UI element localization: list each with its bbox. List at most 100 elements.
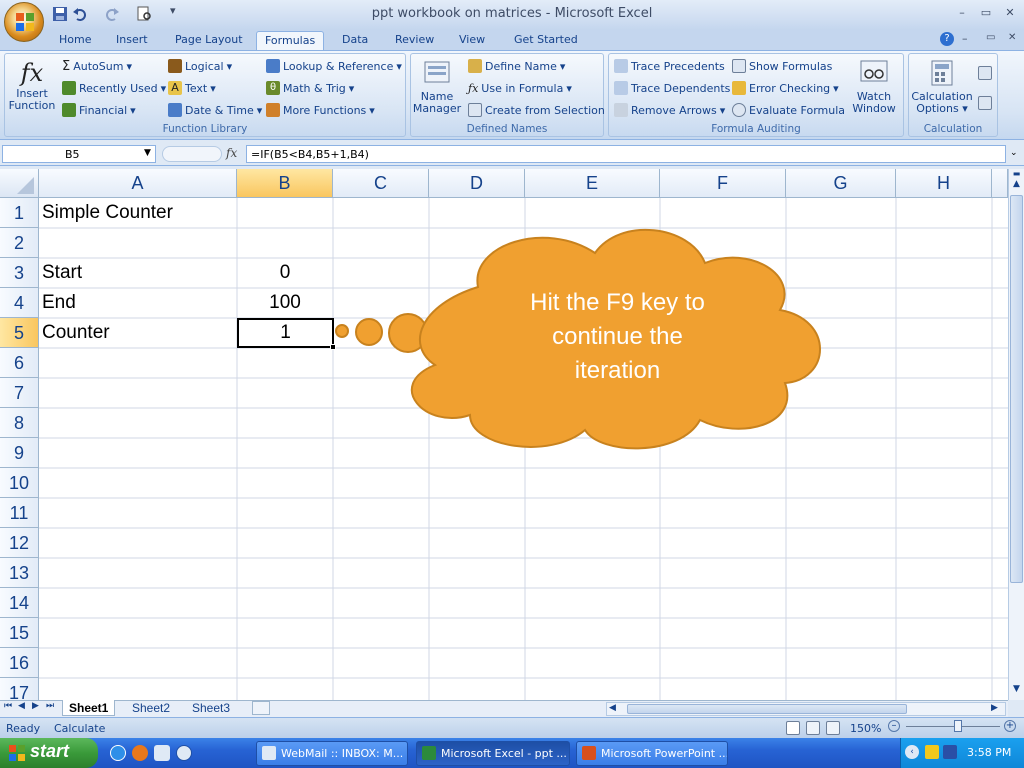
ribbon-close-button[interactable]: ✕ [1008,32,1016,43]
page-layout-view-icon[interactable] [806,721,820,735]
row-header-5[interactable]: 5 [0,318,39,348]
ribbon-restore-button[interactable]: ▭ [986,32,995,43]
tray-security-icon[interactable] [943,745,957,759]
scroll-down-icon[interactable]: ▼ [1010,684,1023,698]
task-powerpoint[interactable]: Microsoft PowerPoint ... [576,741,728,766]
row-header-11[interactable]: 11 [0,498,39,528]
row-header-8[interactable]: 8 [0,408,39,438]
row-header-12[interactable]: 12 [0,528,39,558]
cell-a4[interactable]: End [39,288,237,318]
row-header-10[interactable]: 10 [0,468,39,498]
cell-b3[interactable]: 0 [237,258,333,288]
tray-u3-icon[interactable] [925,745,939,759]
close-button[interactable]: ✕ [1000,6,1020,20]
zoom-in-icon[interactable]: + [1004,720,1016,732]
restore-button[interactable]: ▭ [976,6,996,20]
row-header-15[interactable]: 15 [0,618,39,648]
zoom-level[interactable]: 150% [850,722,881,735]
column-header-c[interactable]: C [333,169,429,198]
tab-review[interactable]: Review [387,31,442,50]
remove-arrows-button[interactable]: Remove Arrows ▾ [614,101,725,119]
zoom-slider-track[interactable] [906,726,1000,727]
row-header-14[interactable]: 14 [0,588,39,618]
name-box[interactable]: B5 [2,145,156,163]
cell-a1[interactable]: Simple Counter [39,198,237,228]
media-player-icon[interactable] [176,745,192,761]
name-box-dropdown-icon[interactable]: ▼ [144,148,151,158]
minimize-button[interactable]: – [952,6,972,20]
task-excel[interactable]: Microsoft Excel - ppt ... [416,741,570,766]
row-header-9[interactable]: 9 [0,438,39,468]
tab-data[interactable]: Data [334,31,376,50]
column-header-g[interactable]: G [786,169,896,198]
row-header-17[interactable]: 17 [0,678,39,700]
insert-function-fx-icon[interactable]: fx [226,146,237,160]
expand-formula-bar-icon[interactable]: ⌄ [1010,148,1018,158]
calculation-options-button[interactable]: Calculation Options ▾ [910,58,974,115]
ie-icon[interactable] [110,745,126,761]
calculate-sheet-icon[interactable] [978,96,992,110]
help-icon[interactable]: ? [940,32,954,46]
trace-dependents-button[interactable]: Trace Dependents [614,79,730,97]
sheet-tab-sheet3[interactable]: Sheet3 [186,700,236,716]
row-header-6[interactable]: 6 [0,348,39,378]
logical-button[interactable]: Logical ▾ [168,57,232,75]
cell-a3[interactable]: Start [39,258,237,288]
quick-launch-icon[interactable] [154,745,170,761]
cell-b5-active[interactable]: 1 [237,318,334,348]
split-box[interactable]: ▬ [1010,169,1023,179]
tab-home[interactable]: Home [51,31,99,50]
row-header-3[interactable]: 3 [0,258,39,288]
watch-window-button[interactable]: Watch Window [848,58,900,115]
row-header-4[interactable]: 4 [0,288,39,318]
scroll-left-icon[interactable]: ◀ [609,703,616,713]
sheet-tab-sheet1[interactable]: Sheet1 [62,700,116,716]
tab-insert[interactable]: Insert [108,31,156,50]
column-header-h[interactable]: H [896,169,992,198]
next-sheet-icon[interactable]: ▶ [32,701,39,711]
zoom-slider-thumb[interactable] [954,720,962,732]
sheet-tab-sheet2[interactable]: Sheet2 [126,700,176,716]
office-button[interactable] [4,2,44,42]
tab-view[interactable]: View [451,31,493,50]
horizontal-scrollbar[interactable]: ◀ ▶ [606,702,1006,716]
column-header-b[interactable]: B [237,169,333,198]
date-time-button[interactable]: Date & Time ▾ [168,101,262,119]
column-header-i[interactable] [992,169,1008,198]
text-button[interactable]: A Text ▾ [168,79,216,97]
scroll-right-icon[interactable]: ▶ [991,703,998,713]
scroll-up-icon[interactable]: ▲ [1010,179,1023,193]
column-header-f[interactable]: F [660,169,786,198]
first-sheet-icon[interactable]: ⏮ [4,701,12,711]
insert-sheet-icon[interactable] [252,701,270,715]
row-header-2[interactable]: 2 [0,228,39,258]
cell-a5[interactable]: Counter [39,318,237,348]
page-break-view-icon[interactable] [826,721,840,735]
error-checking-button[interactable]: Error Checking ▾ [732,79,839,97]
prev-sheet-icon[interactable]: ◀ [18,701,25,711]
select-all-corner[interactable] [0,169,39,198]
create-from-selection-button[interactable]: Create from Selection [468,101,605,119]
more-functions-button[interactable]: More Functions ▾ [266,101,375,119]
use-in-formula-button[interactable]: ƒx Use in Formula ▾ [468,79,572,97]
start-button[interactable]: start [0,738,98,768]
normal-view-icon[interactable] [786,721,800,735]
trace-precedents-button[interactable]: Trace Precedents [614,57,725,75]
tab-formulas[interactable]: Formulas [256,31,325,50]
tray-expand-icon[interactable]: ‹ [905,745,919,759]
column-header-d[interactable]: D [429,169,525,198]
last-sheet-icon[interactable]: ⏭ [46,701,54,711]
autosum-button[interactable]: Σ AutoSum ▾ [62,57,132,75]
calculate-now-icon[interactable] [978,66,992,80]
name-manager-button[interactable]: Name Manager [412,58,462,115]
row-header-13[interactable]: 13 [0,558,39,588]
row-header-7[interactable]: 7 [0,378,39,408]
vertical-scrollbar[interactable]: ▬ ▲ ▼ [1008,169,1024,700]
recently-used-button[interactable]: Recently Used ▾ [62,79,166,97]
task-webmail[interactable]: WebMail :: INBOX: M... [256,741,408,766]
define-name-button[interactable]: Define Name ▾ [468,57,565,75]
horizontal-scroll-thumb[interactable] [627,704,907,714]
column-header-e[interactable]: E [525,169,660,198]
cell-b4[interactable]: 100 [237,288,333,318]
tab-get-started[interactable]: Get Started [506,31,586,50]
